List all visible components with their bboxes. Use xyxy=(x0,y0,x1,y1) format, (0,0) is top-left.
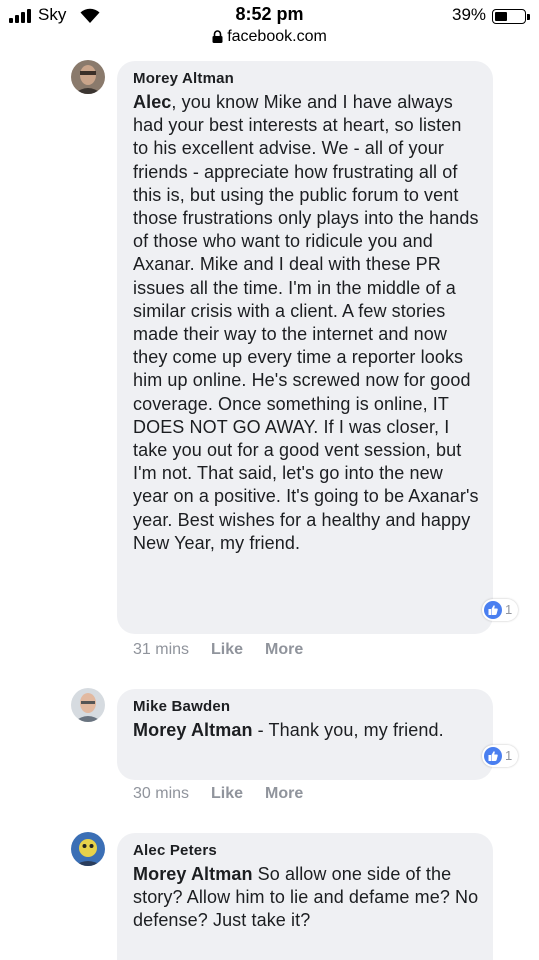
comment-text: Morey Altman - Thank you, my friend. xyxy=(133,719,479,742)
comment-author[interactable]: Mike Bawden xyxy=(133,698,479,715)
avatar-mike-bawden[interactable] xyxy=(71,688,105,722)
status-bar: Sky 8:52 pm 39% xyxy=(0,0,539,30)
comment-mention[interactable]: Morey Altman xyxy=(133,864,253,884)
address-bar[interactable]: facebook.com xyxy=(0,28,539,50)
url-text: facebook.com xyxy=(227,28,327,45)
reaction-badge[interactable]: 1 xyxy=(482,745,518,767)
thumbs-up-icon xyxy=(484,601,502,619)
reaction-count: 1 xyxy=(505,602,513,617)
comment-text: Alec, you know Mike and I have always ha… xyxy=(133,91,479,555)
comment-author[interactable]: Morey Altman xyxy=(133,70,479,87)
comment-time[interactable]: 30 mins xyxy=(133,785,189,802)
reaction-badge[interactable]: 1 xyxy=(482,599,518,621)
battery-nub xyxy=(527,14,530,20)
thumbs-up-icon xyxy=(484,747,502,765)
comment-meta: 31 mins Like More xyxy=(133,641,303,659)
comment-mention[interactable]: Alec xyxy=(133,92,171,112)
reaction-count: 1 xyxy=(505,748,513,763)
comment-body: - Thank you, my friend. xyxy=(252,720,444,740)
comment-text: Morey Altman So allow one side of the st… xyxy=(133,863,479,933)
comment-mention[interactable]: Morey Altman xyxy=(133,720,253,740)
battery-icon xyxy=(492,9,526,24)
avatar-morey-altman[interactable] xyxy=(71,60,105,94)
battery-level xyxy=(495,12,508,21)
comment-time[interactable]: 31 mins xyxy=(133,641,189,658)
comment-bubble[interactable]: Morey Altman Alec, you know Mike and I h… xyxy=(117,61,493,634)
comment-meta: 30 mins Like More xyxy=(133,785,303,803)
like-button[interactable]: Like xyxy=(211,785,243,802)
avatar-alec-peters[interactable] xyxy=(71,832,105,866)
comment-author[interactable]: Alec Peters xyxy=(133,842,479,859)
like-button[interactable]: Like xyxy=(211,641,243,658)
battery-percent: 39% xyxy=(452,5,487,24)
lock-icon xyxy=(212,30,223,44)
comment-bubble[interactable]: Alec Peters Morey Altman So allow one si… xyxy=(117,833,493,960)
more-button[interactable]: More xyxy=(265,785,303,802)
more-button[interactable]: More xyxy=(265,641,303,658)
comment-body: , you know Mike and I have always had yo… xyxy=(133,92,479,553)
comment-bubble[interactable]: Mike Bawden Morey Altman - Thank you, my… xyxy=(117,689,493,780)
